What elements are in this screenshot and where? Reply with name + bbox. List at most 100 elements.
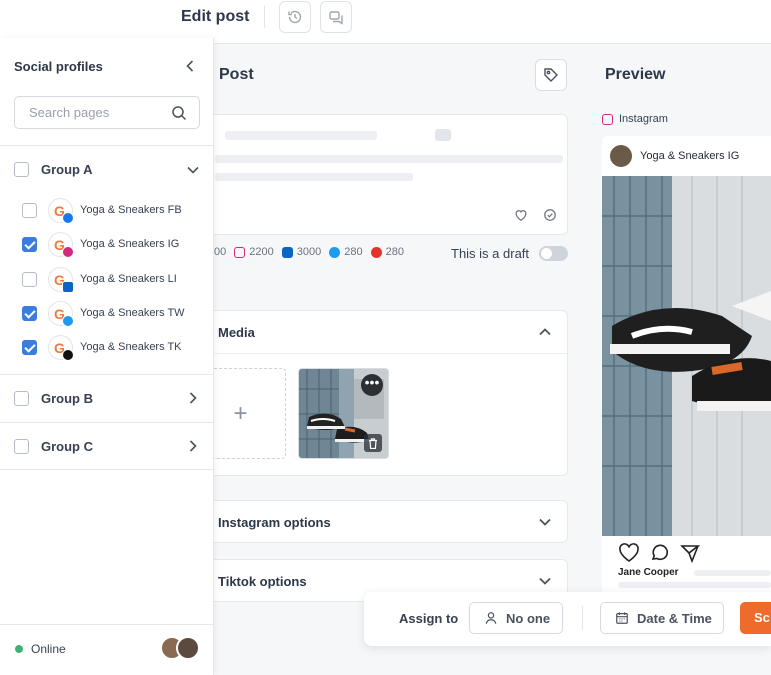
instagram-icon xyxy=(62,246,74,258)
search-box xyxy=(14,96,200,129)
chevron-right-icon[interactable] xyxy=(185,438,201,454)
count-value: 3000 xyxy=(296,246,322,258)
group-a-label: Group A xyxy=(41,162,93,177)
history-icon xyxy=(288,10,302,24)
twitter-icon xyxy=(62,315,74,327)
preview-header: Yoga & Sneakers IG xyxy=(602,136,771,176)
tiktok-icon xyxy=(62,349,74,361)
group-b-label: Group B xyxy=(41,391,93,406)
page-label: Yoga & Sneakers TK xyxy=(80,341,182,353)
group-a-checkbox[interactable] xyxy=(14,162,29,177)
chevron-down-icon[interactable] xyxy=(185,162,201,178)
draft-label: This is a draft xyxy=(451,246,530,261)
count-linkedin: 3000 xyxy=(281,246,322,258)
user-icon xyxy=(485,612,497,624)
avatar[interactable] xyxy=(176,636,200,660)
linkedin-icon xyxy=(62,281,74,293)
twitter-icon xyxy=(329,246,341,258)
caption-skeleton xyxy=(618,582,771,588)
sidebar-divider xyxy=(0,469,214,470)
title-divider xyxy=(264,6,265,28)
date-time-button[interactable]: Date & Time xyxy=(600,602,724,634)
online-status-icon xyxy=(15,645,23,653)
post-editor[interactable] xyxy=(200,114,568,235)
history-button[interactable] xyxy=(279,1,311,33)
sidebar-title: Social profiles xyxy=(14,59,103,74)
search-input[interactable] xyxy=(29,105,169,120)
sidebar-divider xyxy=(0,374,214,375)
more-options-icon[interactable]: ••• xyxy=(361,374,383,396)
text-skeleton xyxy=(215,155,563,163)
avatar: G xyxy=(48,301,74,327)
social-profiles-sidebar: Social profiles Group A G Yoga & Sneaker… xyxy=(0,38,214,675)
instagram-options-panel[interactable]: Instagram options xyxy=(200,500,568,543)
share-icon[interactable] xyxy=(680,543,700,563)
chevron-up-icon[interactable] xyxy=(537,324,553,340)
chevron-right-icon[interactable] xyxy=(185,390,201,406)
preview-image xyxy=(602,176,771,536)
search-icon[interactable] xyxy=(171,105,187,121)
page-checkbox[interactable] xyxy=(22,340,37,355)
post-header: Post xyxy=(219,66,254,83)
page-label: Yoga & Sneakers LI xyxy=(80,273,177,285)
assignee-value: No one xyxy=(506,610,551,626)
status-label: Online xyxy=(31,642,66,656)
group-c-checkbox[interactable] xyxy=(14,439,29,454)
sidebar-item-yoga-sneakers-tw[interactable]: G Yoga & Sneakers TW xyxy=(0,297,214,331)
count-value: 00 xyxy=(214,246,227,258)
heart-icon[interactable] xyxy=(514,208,528,222)
group-b-checkbox[interactable] xyxy=(14,391,29,406)
page-checkbox[interactable] xyxy=(22,203,37,218)
assign-label: Assign to xyxy=(399,611,459,626)
sidebar-item-yoga-sneakers-ig[interactable]: G Yoga & Sneakers IG xyxy=(0,228,214,262)
page-checkbox[interactable] xyxy=(22,272,37,287)
check-circle-icon[interactable] xyxy=(543,208,557,222)
page-label: Yoga & Sneakers TW xyxy=(80,307,185,319)
delete-media-button[interactable] xyxy=(364,434,382,452)
preview-network-label: Instagram xyxy=(602,113,668,125)
group-c-label: Group C xyxy=(41,439,93,454)
like-icon[interactable] xyxy=(618,543,640,563)
tag-button[interactable] xyxy=(535,59,567,91)
instagram-options-title: Instagram options xyxy=(218,515,331,530)
count-tiktok: 280 xyxy=(370,246,404,258)
avatar: G xyxy=(48,335,74,361)
panel-divider xyxy=(201,353,567,354)
comments-button[interactable] xyxy=(320,1,352,33)
page-checkbox[interactable] xyxy=(22,306,37,321)
sidebar-item-yoga-sneakers-li[interactable]: G Yoga & Sneakers LI xyxy=(0,263,214,297)
preview-title: Preview xyxy=(605,66,666,83)
sidebar-item-yoga-sneakers-fb[interactable]: G Yoga & Sneakers FB xyxy=(0,194,214,228)
preview-account-name: Yoga & Sneakers IG xyxy=(640,150,740,162)
media-thumbnail[interactable]: ••• xyxy=(298,368,389,459)
text-skeleton xyxy=(215,173,413,181)
tag-icon xyxy=(544,68,558,82)
instagram-icon xyxy=(234,246,246,258)
draft-toggle[interactable] xyxy=(539,246,568,261)
chevron-down-icon[interactable] xyxy=(537,514,553,530)
sidebar-footer: Online xyxy=(0,624,214,675)
caption-skeleton xyxy=(694,570,771,576)
chevron-down-icon[interactable] xyxy=(537,573,553,589)
calendar-icon xyxy=(616,612,628,624)
comment-icon[interactable] xyxy=(650,543,670,563)
page-label: Yoga & Sneakers IG xyxy=(80,238,180,250)
avatar xyxy=(610,145,632,167)
sidebar-divider xyxy=(0,422,214,423)
page-checkbox[interactable] xyxy=(22,237,37,252)
sidebar-divider xyxy=(0,145,214,146)
linkedin-icon xyxy=(281,246,293,258)
bottom-action-bar: Assign to No one Date & Time Sc xyxy=(364,592,771,646)
sidebar-item-yoga-sneakers-tk[interactable]: G Yoga & Sneakers TK xyxy=(0,331,214,365)
schedule-button[interactable]: Sc xyxy=(740,602,771,634)
tiktok-options-title: Tiktok options xyxy=(218,574,307,589)
character-counts: 00 2200 3000 280 280 xyxy=(214,246,412,258)
youtube-icon xyxy=(370,246,382,258)
assignee-button[interactable]: No one xyxy=(469,602,563,634)
count-facebook: 00 xyxy=(214,246,226,258)
page-label: Yoga & Sneakers FB xyxy=(80,204,182,216)
chevron-left-icon[interactable] xyxy=(182,58,198,74)
count-instagram: 2200 xyxy=(234,246,274,258)
bar-divider xyxy=(582,606,583,630)
image-placeholder-icon xyxy=(435,129,451,141)
